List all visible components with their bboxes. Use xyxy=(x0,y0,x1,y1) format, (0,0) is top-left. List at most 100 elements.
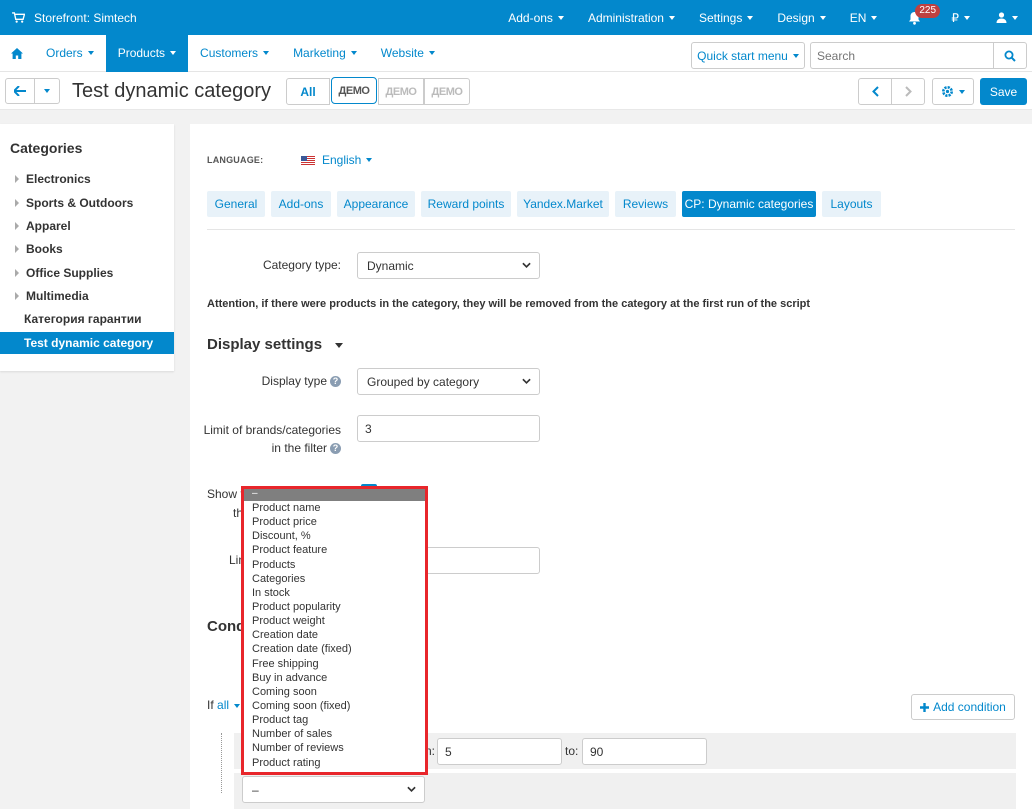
settings-dropdown-button[interactable] xyxy=(932,78,974,105)
dropdown-option[interactable]: Product feature xyxy=(244,543,425,557)
expand-arrow-icon[interactable] xyxy=(15,245,19,253)
menu-addons[interactable]: Add-ons xyxy=(496,0,576,35)
display-settings-heading[interactable]: Display settings xyxy=(207,336,344,353)
tab-general[interactable]: General xyxy=(207,191,265,217)
dropdown-option[interactable]: In stock xyxy=(244,586,425,600)
if-label-text: If xyxy=(207,698,214,712)
dropdown-option[interactable]: Product name xyxy=(244,501,425,515)
nav-marketing[interactable]: Marketing xyxy=(281,35,369,72)
notifications-button[interactable]: 225 xyxy=(893,0,941,35)
menu-settings-label: Settings xyxy=(698,10,743,25)
caret-down-icon xyxy=(557,15,564,20)
tab-appearance[interactable]: Appearance xyxy=(337,191,415,217)
tab-layouts[interactable]: Layouts xyxy=(822,191,881,217)
save-button[interactable]: Save xyxy=(980,78,1027,105)
dropdown-selected-option[interactable]: – xyxy=(244,489,425,501)
dropdown-option[interactable]: Product rating xyxy=(244,756,425,770)
dropdown-option[interactable]: Number of sales xyxy=(244,727,425,741)
help-icon[interactable]: ? xyxy=(330,443,341,455)
sidebar-item-books[interactable]: Books xyxy=(0,238,174,260)
expand-arrow-icon[interactable] xyxy=(15,222,19,230)
arrow-left-icon xyxy=(14,86,26,96)
caret-down-icon xyxy=(871,15,878,20)
quick-start-menu-button[interactable]: Quick start menu xyxy=(691,42,805,69)
new-condition-value: – xyxy=(252,782,259,797)
user-menu[interactable] xyxy=(986,0,1032,35)
category-type-select[interactable]: Dynamic xyxy=(357,252,540,279)
dropdown-option[interactable]: Product weight xyxy=(244,614,425,628)
expand-arrow-icon[interactable] xyxy=(15,175,19,183)
conditions-heading: Cond xyxy=(207,618,246,635)
menu-settings[interactable]: Settings xyxy=(687,0,765,35)
home-button[interactable] xyxy=(0,35,34,72)
dropdown-option[interactable]: Coming soon (fixed) xyxy=(244,699,425,713)
divider xyxy=(207,229,1015,230)
dropdown-option[interactable]: Creation date xyxy=(244,628,425,642)
sidebar-item-test-dynamic[interactable]: Test dynamic category xyxy=(0,332,174,354)
menu-language[interactable]: EN xyxy=(838,0,894,35)
dropdown-option[interactable]: Discount, % xyxy=(244,529,425,543)
if-value-link[interactable]: all xyxy=(217,698,229,712)
tab-addons[interactable]: Add-ons xyxy=(271,191,331,217)
dropdown-option[interactable]: Product price xyxy=(244,515,425,529)
to-input[interactable]: 90 xyxy=(582,738,707,765)
from-input[interactable]: 5 xyxy=(437,738,562,765)
expand-arrow-icon[interactable] xyxy=(15,199,19,207)
tab-reward-points[interactable]: Reward points xyxy=(421,191,511,217)
storefront-demo-3[interactable]: ДЕМО xyxy=(424,78,470,105)
nav-customers-label: Customers xyxy=(200,46,259,60)
sidebar-item-office-supplies[interactable]: Office Supplies xyxy=(0,262,174,284)
search-button[interactable] xyxy=(993,42,1027,69)
back-dropdown-button[interactable] xyxy=(34,78,60,104)
menu-administration-label: Administration xyxy=(587,10,664,25)
language-selector[interactable]: English xyxy=(301,153,373,167)
storefront-link[interactable]: Storefront: Simtech xyxy=(0,11,137,25)
language-label: LANGUAGE: xyxy=(207,155,264,165)
menu-language-label: EN xyxy=(849,10,867,25)
nav-marketing-label: Marketing xyxy=(293,46,346,60)
tab-yandex-market[interactable]: Yandex.Market xyxy=(517,191,609,217)
currency-menu[interactable]: ₽ xyxy=(935,0,986,35)
menu-addons-label: Add-ons xyxy=(508,10,553,25)
storefront-all-button[interactable]: All xyxy=(286,78,330,105)
dropdown-option[interactable]: Products xyxy=(244,558,425,572)
expand-arrow-icon[interactable] xyxy=(15,292,19,300)
nav-orders[interactable]: Orders xyxy=(34,35,106,72)
tab-dynamic-categories[interactable]: CP: Dynamic categories xyxy=(682,191,816,217)
menu-administration[interactable]: Administration xyxy=(576,0,687,35)
display-type-select[interactable]: Grouped by category xyxy=(357,368,540,395)
sidebar-item-sports[interactable]: Sports & Outdoors xyxy=(0,192,174,214)
dropdown-option[interactable]: Product popularity xyxy=(244,600,425,614)
back-button[interactable] xyxy=(5,78,35,104)
nav-website[interactable]: Website xyxy=(369,35,447,72)
expand-arrow-icon[interactable] xyxy=(15,269,19,277)
caret-down-icon xyxy=(959,89,965,94)
sidebar-item-apparel[interactable]: Apparel xyxy=(0,215,174,237)
limit-input[interactable]: 3 xyxy=(357,415,540,442)
dropdown-option[interactable]: Number of reviews xyxy=(244,741,425,755)
sidebar-item-multimedia[interactable]: Multimedia xyxy=(0,285,174,307)
nav-products[interactable]: Products xyxy=(105,34,189,72)
dropdown-option[interactable]: Creation date (fixed) xyxy=(244,642,425,656)
sidebar-item-electronics[interactable]: Electronics xyxy=(0,168,174,190)
storefront-demo-2[interactable]: ДЕМО xyxy=(378,78,424,105)
sidebar-item-warranty[interactable]: Категория гарантии xyxy=(0,308,174,330)
dropdown-option[interactable]: Categories xyxy=(244,572,425,586)
dropdown-option[interactable]: Coming soon xyxy=(244,685,425,699)
help-icon[interactable]: ? xyxy=(330,376,341,388)
next-button[interactable] xyxy=(891,78,925,105)
chevron-down-icon xyxy=(522,262,531,268)
sidebar-item-label: Office Supplies xyxy=(26,266,114,280)
storefront-demo-1[interactable]: ДЕМО xyxy=(331,77,377,104)
tab-reviews[interactable]: Reviews xyxy=(615,191,676,217)
prev-button[interactable] xyxy=(858,78,892,105)
search-input[interactable] xyxy=(810,42,994,69)
nav-customers[interactable]: Customers xyxy=(188,35,281,72)
add-condition-button[interactable]: Add condition xyxy=(911,694,1015,720)
dropdown-option[interactable]: Buy in advance xyxy=(244,671,425,685)
sidebar-item-label: Apparel xyxy=(26,219,71,233)
menu-design[interactable]: Design xyxy=(765,0,837,35)
new-condition-select[interactable]: – xyxy=(242,776,425,803)
dropdown-option[interactable]: Free shipping xyxy=(244,657,425,671)
dropdown-option[interactable]: Product tag xyxy=(244,713,425,727)
